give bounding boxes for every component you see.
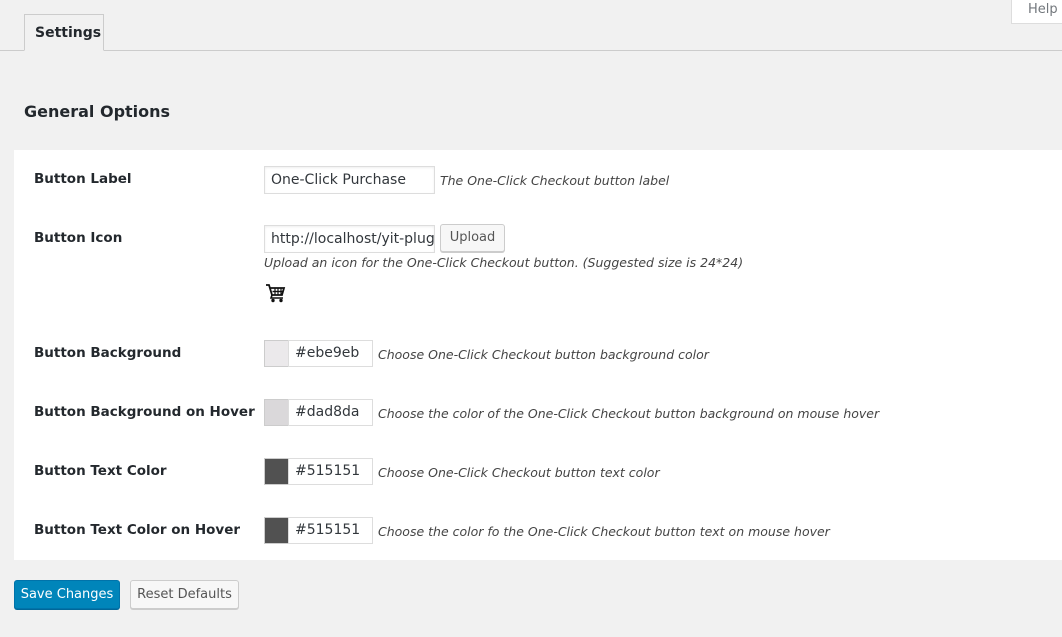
button-background-swatch[interactable] — [264, 340, 288, 367]
button-background-input[interactable]: #ebe9eb — [288, 340, 373, 367]
save-changes-button[interactable]: Save Changes — [14, 580, 120, 609]
nav-tab-divider — [0, 50, 1062, 51]
button-text-color-input[interactable]: #515151 — [288, 458, 373, 485]
button-text-color-hover-picker[interactable]: #515151 — [264, 517, 373, 544]
button-text-color-picker[interactable]: #515151 — [264, 458, 373, 485]
section-title: General Options — [24, 102, 171, 121]
button-text-color-hover-swatch[interactable] — [264, 517, 288, 544]
help-tab[interactable]: Help — [1011, 0, 1062, 24]
settings-page: Help Settings General Options Button Lab… — [0, 0, 1062, 637]
button-background-description: Choose One-Click Checkout button backgro… — [378, 347, 709, 362]
button-label-label: Button Label — [34, 171, 132, 187]
button-background-hover-label: Button Background on Hover — [34, 404, 255, 420]
button-text-color-swatch[interactable] — [264, 458, 288, 485]
button-background-hover-swatch[interactable] — [264, 399, 288, 426]
button-background-hover-input[interactable]: #dad8da — [288, 399, 373, 426]
button-label-description: The One-Click Checkout button label — [440, 173, 670, 188]
reset-defaults-button[interactable]: Reset Defaults — [130, 580, 239, 609]
button-background-color-picker[interactable]: #ebe9eb — [264, 340, 373, 367]
button-background-hover-description: Choose the color of the One-Click Checko… — [378, 406, 880, 421]
button-background-hover-color-picker[interactable]: #dad8da — [264, 399, 373, 426]
button-text-color-hover-label: Button Text Color on Hover — [34, 522, 241, 538]
button-text-color-hover-description: Choose the color fo the One-Click Checko… — [378, 524, 830, 539]
upload-button[interactable]: Upload — [440, 224, 505, 252]
shopping-cart-icon — [265, 283, 287, 303]
button-icon-description: Upload an icon for the One-Click Checkou… — [264, 255, 744, 270]
button-text-color-description: Choose One-Click Checkout button text co… — [378, 465, 660, 480]
button-background-label: Button Background — [34, 345, 182, 361]
tab-settings[interactable]: Settings — [24, 14, 104, 51]
button-icon-url-input[interactable]: http://localhost/yit-plugi — [264, 225, 435, 253]
button-text-color-label: Button Text Color — [34, 463, 167, 479]
button-label-input[interactable]: One-Click Purchase — [264, 166, 435, 194]
button-icon-label: Button Icon — [34, 230, 123, 246]
button-text-color-hover-input[interactable]: #515151 — [288, 517, 373, 544]
